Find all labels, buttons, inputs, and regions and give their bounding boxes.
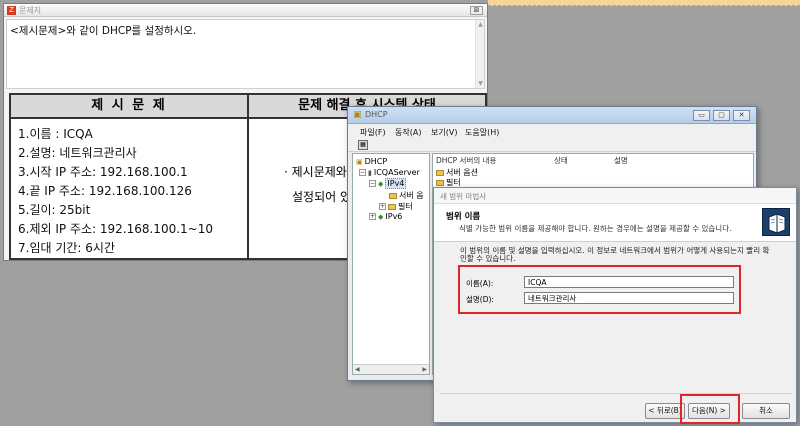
dhcp-titlebar: ▣ DHCP ▭ ▢ ✕ xyxy=(348,107,756,124)
problem-window-title: 문제지 xyxy=(19,6,42,15)
status-line: 설정되어 있 xyxy=(292,190,352,204)
spec-item: 2.설명: 네트워크관리사 xyxy=(18,146,137,160)
properties-icon[interactable]: ▦ xyxy=(358,140,368,150)
dhcp-app-icon: ▣ xyxy=(353,110,362,120)
back-button[interactable]: < 뒤로(B) xyxy=(645,403,685,419)
dhcp-window-title: DHCP xyxy=(365,110,388,119)
collapse-icon[interactable]: − xyxy=(369,180,376,187)
menu-help[interactable]: 도움말(H) xyxy=(465,127,499,138)
horizontal-scrollbar[interactable]: ◀ ▶ xyxy=(353,364,429,374)
highlight-next-button xyxy=(680,394,740,424)
vertical-scrollbar[interactable]: ▲ ▼ xyxy=(475,20,484,88)
scroll-right-icon[interactable]: ▶ xyxy=(422,366,427,373)
wizard-header: 범위 이름 식별 가능한 범위 이름을 제공해야 합니다. 원하는 경우에는 설… xyxy=(434,204,796,242)
spec-item: 6.제외 IP 주소: 192.168.100.1~10 xyxy=(18,222,213,236)
expand-icon[interactable]: + xyxy=(369,213,376,220)
wizard-title: 새 범위 마법사 xyxy=(440,192,487,201)
background-window-strip xyxy=(488,0,800,6)
menu-bar: 파일(F) 동작(A) 보기(V) 도움말(H) xyxy=(348,124,756,139)
close-button[interactable]: ⊠ xyxy=(470,6,483,15)
close-button[interactable]: ✕ xyxy=(733,110,750,121)
ipv6-icon: ◆ xyxy=(378,213,384,221)
folder-icon xyxy=(388,203,396,210)
wizard-titlebar: 새 범위 마법사 xyxy=(434,188,796,204)
scroll-down-icon[interactable]: ▼ xyxy=(476,79,485,88)
tree-node-server-options[interactable]: 서버 옵 xyxy=(389,190,424,201)
folder-icon xyxy=(436,169,444,176)
column-header-description[interactable]: 설명 xyxy=(614,155,628,166)
tree-node-ipv4[interactable]: − ◆ IPv4 xyxy=(369,178,407,189)
tree-node-dhcp[interactable]: ▣ DHCP xyxy=(356,157,387,166)
server-icon: ▮ xyxy=(368,169,372,177)
given-problem-header: 제 시 문 제 xyxy=(11,95,249,119)
menu-file[interactable]: 파일(F) xyxy=(360,127,386,138)
spec-item: 1.이름 : ICQA xyxy=(18,127,93,141)
dhcp-icon: ▣ xyxy=(356,158,363,166)
app-icon: Z xyxy=(7,6,16,15)
cancel-button[interactable]: 취소 xyxy=(742,403,790,419)
tree-pane: ▣ DHCP − ▮ ICQAServer − ◆ IPv4 서버 옵 + 필터 + ◆ IPv… xyxy=(352,153,430,375)
tree-node-ipv6[interactable]: + ◆ IPv6 xyxy=(369,212,402,221)
spec-item: 7.임대 기간: 6시간 xyxy=(18,241,115,255)
column-header-status[interactable]: 상태 xyxy=(554,155,568,166)
wizard-heading: 범위 이름 xyxy=(446,212,481,222)
tree-node-filters[interactable]: + 필터 xyxy=(379,201,413,212)
expand-icon[interactable]: + xyxy=(379,203,386,210)
toolbar: ▦ xyxy=(348,139,756,152)
book-icon xyxy=(762,208,790,236)
maximize-button[interactable]: ▢ xyxy=(713,110,730,121)
spec-item: 3.시작 IP 주소: 192.168.100.1 xyxy=(18,165,188,179)
instruction-text: <제시문제>와 같이 DHCP를 설정하시오. xyxy=(10,25,197,37)
menu-action[interactable]: 동작(A) xyxy=(395,127,421,138)
problem-titlebar: Z 문제지 ⊠ xyxy=(4,4,487,17)
collapse-icon[interactable]: − xyxy=(359,169,366,176)
scroll-up-icon[interactable]: ▲ xyxy=(476,20,485,29)
minimize-button[interactable]: ▭ xyxy=(693,110,710,121)
instruction-textbox[interactable]: <제시문제>와 같이 DHCP를 설정하시오. ▲ ▼ xyxy=(6,19,485,89)
folder-icon xyxy=(389,192,397,199)
tree-node-server[interactable]: − ▮ ICQAServer xyxy=(359,168,420,177)
ipv4-icon: ◆ xyxy=(378,180,384,188)
status-line: · 제시문제와 xyxy=(284,165,347,179)
folder-icon xyxy=(436,179,444,186)
column-header-content[interactable]: DHCP 서버의 내용 xyxy=(436,155,496,166)
scroll-left-icon[interactable]: ◀ xyxy=(355,366,360,373)
menu-view[interactable]: 보기(V) xyxy=(431,127,457,138)
given-problem-list: 1.이름 : ICQA 2.설명: 네트워크관리사 3.시작 IP 주소: 19… xyxy=(11,119,249,258)
wizard-subtext: 식별 가능한 범위 이름을 제공해야 합니다. 원하는 경우에는 설명을 제공할… xyxy=(459,224,732,233)
highlight-scope-fields xyxy=(458,265,741,314)
spec-item: 5.길이: 25bit xyxy=(18,203,91,217)
spec-item: 4.끝 IP 주소: 192.168.100.126 xyxy=(18,184,192,198)
wizard-instruction: 이 범위의 이름 및 설명을 입력하십시오. 이 정보로 네트워크에서 범위가 … xyxy=(460,246,770,263)
